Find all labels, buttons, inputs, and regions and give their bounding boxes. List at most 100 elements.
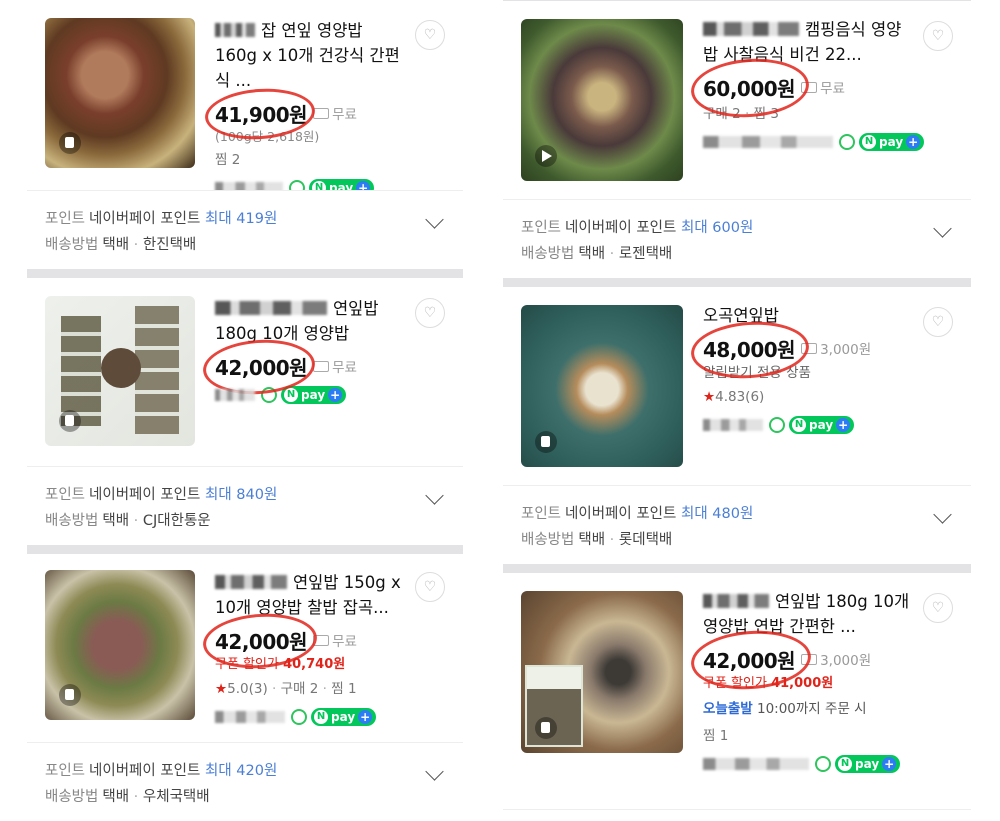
seller-row: Npay +: [215, 704, 405, 730]
point-delivery-row[interactable]: 포인트 네이버페이 포인트 최대 420원 배송방법 택배 · 우체국택배: [27, 743, 463, 821]
product-card[interactable]: 오곡연잎밥 48,000원 3,000원 알림받기 전용 상품 ★4.83(6)…: [503, 287, 971, 485]
point-label: 포인트: [45, 487, 86, 503]
product-thumbnail[interactable]: [45, 18, 195, 168]
section-separator: [503, 278, 971, 287]
product-card[interactable]: 연잎밥 180g 10개 영양밥 연밥 간편한 ... 42,000원 3,00…: [503, 573, 971, 809]
talk-icon[interactable]: [815, 756, 831, 772]
n-icon: N: [314, 710, 328, 724]
redacted-text: [703, 22, 799, 36]
redacted-seller: [703, 758, 809, 770]
shipping-fee: 무료: [801, 77, 845, 97]
npay-badge: Npay +: [859, 133, 925, 151]
point-text: 네이버페이 포인트: [565, 506, 677, 522]
n-icon: N: [862, 135, 876, 149]
seller-row: Npay +: [703, 129, 925, 155]
point-max: 최대 600원: [680, 220, 754, 236]
talk-icon[interactable]: [291, 709, 307, 725]
product-card[interactable]: 잡 연잎 영양밥 160g x 10개 건강식 간편식 ... 41,900원 …: [27, 0, 463, 190]
stats-row: 구매 2 · 찜 3: [703, 106, 779, 122]
coupon-price-row: 쿠폰 할인가 40,740원: [215, 657, 346, 672]
npay-badge: Npay +: [309, 179, 375, 190]
point-text: 네이버페이 포인트: [89, 211, 201, 227]
point-delivery-row[interactable]: 포인트 네이버페이 포인트 최대 840원 배송방법 택배 · CJ대한통운: [27, 467, 463, 545]
product-thumbnail[interactable]: [45, 296, 195, 446]
point-label: 포인트: [45, 763, 86, 779]
product-title[interactable]: 잡 연잎 영양밥 160g x 10개 건강식 간편식 ...: [215, 18, 405, 93]
product-title[interactable]: 연잎밥 150g x 10개 영양밥 찰밥 잡곡...: [215, 570, 405, 620]
heart-icon[interactable]: ♡: [415, 298, 445, 328]
redacted-seller: [215, 389, 255, 401]
section-separator: [27, 269, 463, 278]
left-column: 잡 연잎 영양밥 160g x 10개 건강식 간편식 ... 41,900원 …: [27, 0, 463, 821]
today-dispatch-row: 오늘출발 10:00까지 주문 시: [703, 701, 867, 717]
chevron-down-icon[interactable]: [933, 219, 952, 238]
heart-icon[interactable]: ♡: [923, 593, 953, 623]
point-text: 네이버페이 포인트: [89, 763, 201, 779]
redacted-text: [215, 575, 287, 589]
courier-name: 우체국택배: [142, 789, 210, 805]
product-price: 42,000원: [703, 648, 796, 673]
talk-icon[interactable]: [289, 180, 305, 190]
chevron-down-icon[interactable]: [425, 486, 444, 505]
video-icon: [535, 431, 557, 453]
plus-icon: +: [328, 388, 343, 402]
product-thumbnail[interactable]: [521, 19, 683, 181]
truck-icon: [801, 342, 818, 354]
point-max: 최대 420원: [204, 763, 278, 779]
product-title[interactable]: 연잎밥 180g 10개 영양밥: [215, 296, 405, 346]
truck-icon: [313, 107, 330, 119]
chevron-down-icon[interactable]: [425, 762, 444, 781]
point-label: 포인트: [521, 220, 562, 236]
point-label: 포인트: [45, 211, 86, 227]
product-card[interactable]: 연잎밥 150g x 10개 영양밥 찰밥 잡곡... 42,000원 무료 쿠…: [27, 554, 463, 742]
truck-icon: [801, 81, 818, 93]
talk-icon[interactable]: [769, 417, 785, 433]
delivery-text: 택배: [102, 237, 130, 253]
product-price: 60,000원: [703, 76, 796, 101]
courier-name: 한진택배: [142, 237, 197, 253]
delivery-label: 배송방법: [521, 246, 575, 262]
point-delivery-row[interactable]: 포인트 네이버페이 포인트 최대 419원 배송방법 택배 · 한진택배: [27, 191, 463, 269]
right-column: 캠핑음식 영양밥 사찰음식 비건 22... 60,000원 무료 구매 2 ·…: [503, 0, 971, 810]
shipping-fee: 무료: [313, 103, 357, 123]
chevron-down-icon[interactable]: [425, 210, 444, 229]
point-max: 최대 480원: [680, 506, 754, 522]
product-price: 42,000원: [215, 355, 308, 380]
delivery-label: 배송방법: [45, 789, 99, 805]
product-thumbnail[interactable]: [521, 591, 683, 753]
shipping-fee: 무료: [313, 630, 357, 650]
point-delivery-row[interactable]: 포인트 네이버페이 포인트 최대 480원 배송방법 택배 · 롯데택배: [503, 486, 971, 564]
n-icon: N: [312, 181, 326, 190]
redacted-seller: [215, 182, 283, 190]
heart-icon[interactable]: ♡: [415, 572, 445, 602]
product-title[interactable]: 캠핑음식 영양밥 사찰음식 비건 22...: [703, 17, 913, 67]
chevron-down-icon[interactable]: [933, 505, 952, 524]
delivery-text: 택배: [578, 246, 606, 262]
product-info: 연잎밥 180g 10개 영양밥 연밥 간편한 ... 42,000원 3,00…: [689, 589, 913, 777]
plus-icon: +: [882, 757, 897, 771]
product-title[interactable]: 연잎밥 180g 10개 영양밥 연밥 간편한 ...: [703, 589, 913, 639]
star-icon: ★: [703, 389, 716, 405]
talk-icon[interactable]: [839, 134, 855, 150]
heart-icon[interactable]: ♡: [923, 21, 953, 51]
npay-badge: Npay +: [789, 416, 855, 434]
product-thumbnail[interactable]: [521, 305, 683, 467]
video-icon: [59, 410, 81, 432]
product-thumbnail[interactable]: [45, 570, 195, 720]
redacted-seller: [703, 419, 763, 431]
video-icon: [59, 684, 81, 706]
point-delivery-row[interactable]: 포인트 네이버페이 포인트 최대 600원 배송방법 택배 · 로젠택배: [503, 200, 971, 278]
product-title[interactable]: 오곡연잎밥: [703, 303, 913, 328]
product-info: 연잎밥 150g x 10개 영양밥 찰밥 잡곡... 42,000원 무료 쿠…: [201, 570, 405, 730]
heart-icon[interactable]: ♡: [415, 20, 445, 50]
heart-icon[interactable]: ♡: [923, 307, 953, 337]
npay-badge: Npay +: [311, 708, 377, 726]
product-card[interactable]: 연잎밥 180g 10개 영양밥 42,000원 무료 Npay + ♡: [27, 278, 463, 466]
point-text: 네이버페이 포인트: [89, 487, 201, 503]
seller-row: Npay +: [703, 751, 913, 777]
seller-row: Npay +: [215, 382, 405, 408]
talk-icon[interactable]: [261, 387, 277, 403]
product-info: 연잎밥 180g 10개 영양밥 42,000원 무료 Npay +: [201, 296, 405, 408]
product-card[interactable]: 캠핑음식 영양밥 사찰음식 비건 22... 60,000원 무료 구매 2 ·…: [503, 1, 971, 199]
notice-text: 알림받기 전용 상품: [703, 365, 811, 381]
